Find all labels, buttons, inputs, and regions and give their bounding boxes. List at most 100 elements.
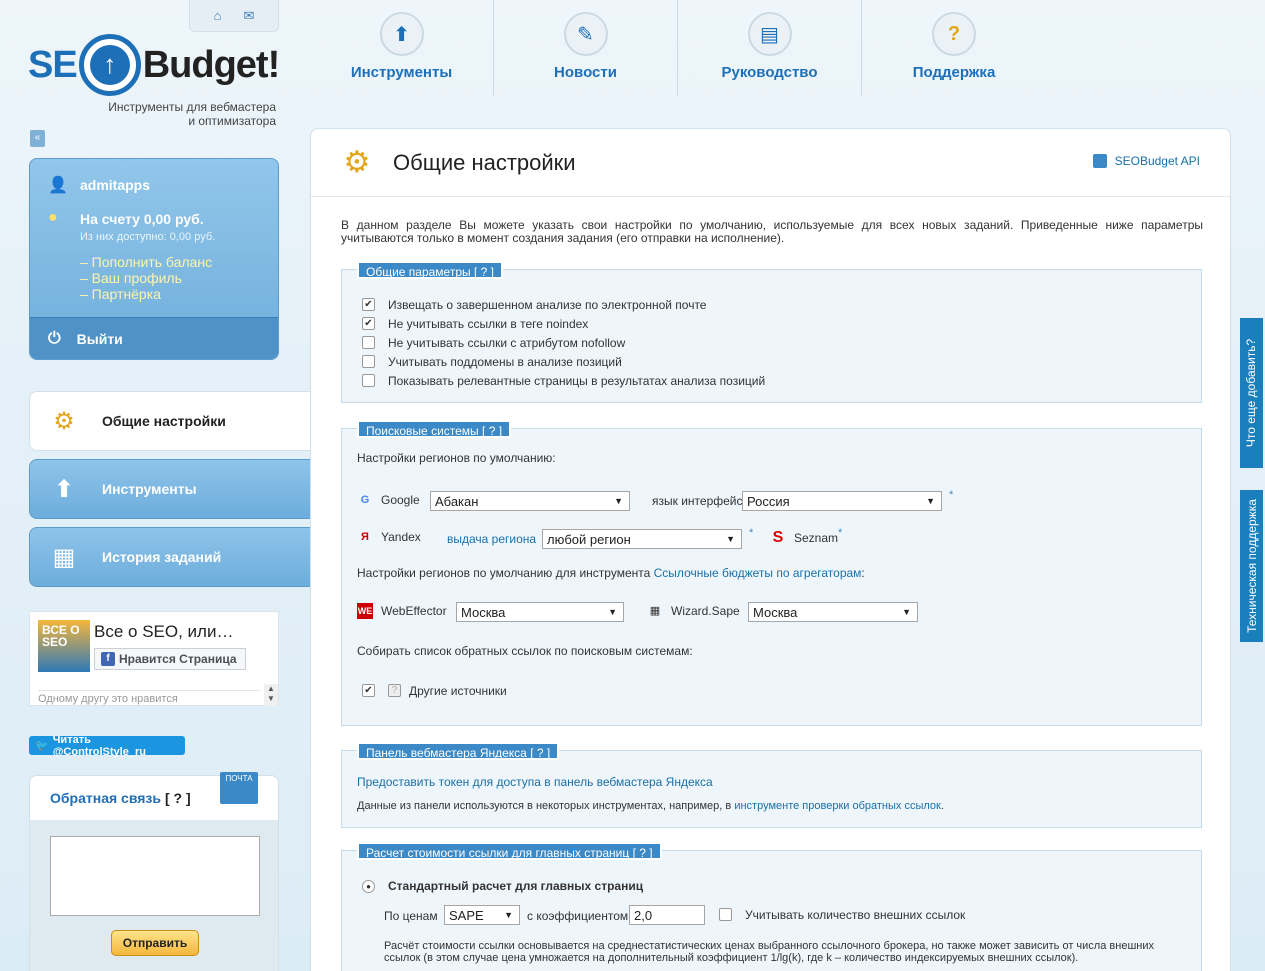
fb-like-button[interactable]: f Нравится Страница [94, 648, 246, 670]
yandex-icon: Я [361, 531, 369, 543]
option-label: Показывать релевантные страницы в резуль… [388, 373, 766, 388]
option-email-notify[interactable]: ✔ Извещать о завершенном анализе по элект… [362, 295, 765, 314]
wizard-select[interactable]: Москва ▼ [748, 602, 918, 622]
user-icon: 👤 [48, 177, 68, 194]
help-link[interactable]: [ ? ] [530, 746, 550, 760]
fieldset-general: Общие параметры [ ? ] ✔ Извещать о заверш… [341, 261, 1202, 403]
sidebar-item-history[interactable]: ▦ История заданий [29, 527, 310, 587]
twitter-follow-button[interactable]: 🐦 Читать @ControlStyle_ru [29, 733, 185, 758]
webmaster-text: Данные из панели используются в некоторы… [357, 800, 944, 812]
fb-scrollbar[interactable]: ▲ ▼ [264, 684, 278, 706]
balance: На счету 0,00 руб. [80, 211, 204, 227]
checkbox[interactable]: ✔ [362, 684, 375, 697]
webmaster-text-prefix: Данные из панели используются в некоторы… [357, 800, 732, 812]
input-value: 2,0 [634, 907, 653, 923]
pencil-icon: ✎ [563, 12, 608, 56]
select-value: Россия [747, 493, 790, 509]
cube-icon [1092, 154, 1107, 168]
checkbox[interactable] [362, 374, 375, 387]
nav-tools[interactable]: ⬆ Инструменты [310, 0, 494, 96]
option-external-links[interactable]: Учитывать количество внешних ссылок [719, 905, 965, 924]
google-region-select[interactable]: Абакан ▼ [430, 491, 630, 511]
profile-link[interactable]: – Ваш профиль [80, 270, 212, 286]
sidebar-item-label: История заданий [102, 549, 222, 565]
option-other-sources[interactable]: ✔ ? Другие источники [362, 681, 507, 700]
option-noindex[interactable]: ✔ Не учитывать ссылки в теге noindex [362, 314, 765, 333]
right-tab-support[interactable]: Техническая поддержка [1240, 490, 1263, 642]
option-nofollow[interactable]: Не учитывать ссылки с атрибутом nofollow [362, 333, 765, 352]
option-label: Учитывать количество внешних ссылок [745, 907, 966, 922]
nav-support[interactable]: ? Поддержка [862, 0, 1046, 96]
radio-button[interactable]: ● [362, 879, 375, 893]
fb-page-thumbnail[interactable]: ВСЕ О SEO [38, 620, 90, 672]
sidebar-item-general-settings[interactable]: ⚙ Общие настройки [29, 391, 310, 451]
option-relevant-pages[interactable]: Показывать релевантные страницы в резуль… [362, 371, 765, 390]
checkbox[interactable] [362, 355, 375, 368]
option-standard-pricing[interactable]: ● Стандартный расчет для главных страниц [362, 879, 643, 893]
mail-icon[interactable]: ✉ [243, 8, 254, 24]
help-link[interactable]: [ ? ] [633, 846, 653, 860]
gears-icon: ⚙ [343, 145, 371, 179]
backlinks-tool-link[interactable]: инструменте проверки обратных ссылок [734, 800, 941, 812]
nav-news[interactable]: ✎ Новости [494, 0, 678, 96]
option-label: Другие источники [409, 683, 507, 698]
sidebar-item-tools[interactable]: ⬆ Инструменты [29, 459, 310, 519]
available-balance: Из них доступно: 0,00 руб. [80, 231, 216, 243]
nav-support-label: Поддержка [912, 64, 996, 81]
broker-select[interactable]: SAPE ▼ [444, 905, 520, 925]
send-button[interactable]: Отправить [111, 930, 199, 956]
partner-link[interactable]: – Партнёрка [80, 286, 212, 302]
logo[interactable]: SE ↑ Budget! [28, 30, 281, 100]
required-star: * [749, 527, 754, 539]
wizard-label-text: Wizard.Sape [671, 604, 740, 618]
legend-webmaster-title: Панель вебмастера Яндекса [366, 746, 527, 760]
aggregator-link[interactable]: Ссылочные бюджеты по агрегаторам [654, 566, 862, 580]
checkbox[interactable]: ✔ [362, 317, 375, 330]
coins-icon: ● [48, 209, 58, 226]
main-panel: ⚙ Общие настройки SEOBudget API В данном… [310, 128, 1231, 971]
option-label: Не учитывать ссылки в теге noindex [388, 316, 589, 331]
logo-budget: Budget! [142, 43, 281, 86]
checkbox[interactable] [362, 336, 375, 349]
google-icon: G [360, 494, 370, 506]
top-navigation: ⬆ Инструменты ✎ Новости ▤ Руководство ? … [310, 0, 1050, 96]
top-mini-bar: ⌂ ✉ [189, 0, 279, 32]
help-link[interactable]: [ ? ] [474, 265, 494, 279]
collapse-sidebar-button[interactable]: « [30, 130, 45, 147]
dropdown-arrow-icon: ▼ [614, 496, 623, 506]
feedback-help-link[interactable]: [ ? ] [165, 790, 191, 806]
feedback-textarea[interactable] [50, 836, 260, 916]
question-icon: ? [932, 12, 976, 56]
username: admitapps [80, 177, 151, 193]
lang-select[interactable]: Россия ▼ [742, 491, 942, 511]
dropdown-arrow-icon: ▼ [902, 607, 911, 617]
yandex-region-select[interactable]: любой регион ▼ [542, 529, 742, 549]
nav-guide[interactable]: ▤ Руководство [678, 0, 862, 96]
balance-row: ● На счету 0,00 руб. [48, 209, 204, 229]
feedback-title: Обратная связь [50, 790, 161, 806]
option-subdomains[interactable]: Учитывать поддомены в анализе позиций [362, 352, 765, 371]
yandex-region-link[interactable]: выдача региона [447, 532, 536, 546]
required-star: * [949, 489, 954, 501]
right-tab-support-label: Техническая поддержка [1244, 499, 1259, 633]
right-tab-suggest[interactable]: Что еще добавить? [1240, 318, 1263, 468]
checkbox[interactable] [719, 908, 732, 921]
checkbox[interactable]: ✔ [362, 298, 375, 311]
dropdown-arrow-icon: ▼ [726, 534, 735, 544]
legend-webmaster: Панель вебмастера Яндекса [ ? ] [357, 742, 560, 760]
coef-input[interactable]: 2,0 [629, 905, 705, 925]
fb-page-title[interactable]: Все о SEO, или… [94, 622, 233, 642]
logout-button[interactable]: ⏻ Выйти [30, 317, 278, 359]
calendar-icon: ▦ [52, 543, 76, 571]
webeffector-select[interactable]: Москва ▼ [456, 602, 624, 622]
select-value: Москва [461, 604, 506, 620]
user-row: 👤 admitapps [48, 175, 150, 195]
topup-link[interactable]: – Пополнить баланс [80, 254, 212, 270]
help-link[interactable]: [ ? ] [482, 424, 502, 438]
twitter-label: Читать @ControlStyle_ru [52, 733, 146, 758]
regions-label: Настройки регионов по умолчанию: [357, 451, 556, 465]
token-link[interactable]: Предоставить токен для доступа в панель … [357, 775, 713, 789]
home-icon[interactable]: ⌂ [214, 8, 222, 23]
wizard-label: ▦ Wizard.Sape [647, 603, 740, 619]
api-link[interactable]: SEOBudget API [1092, 154, 1200, 168]
